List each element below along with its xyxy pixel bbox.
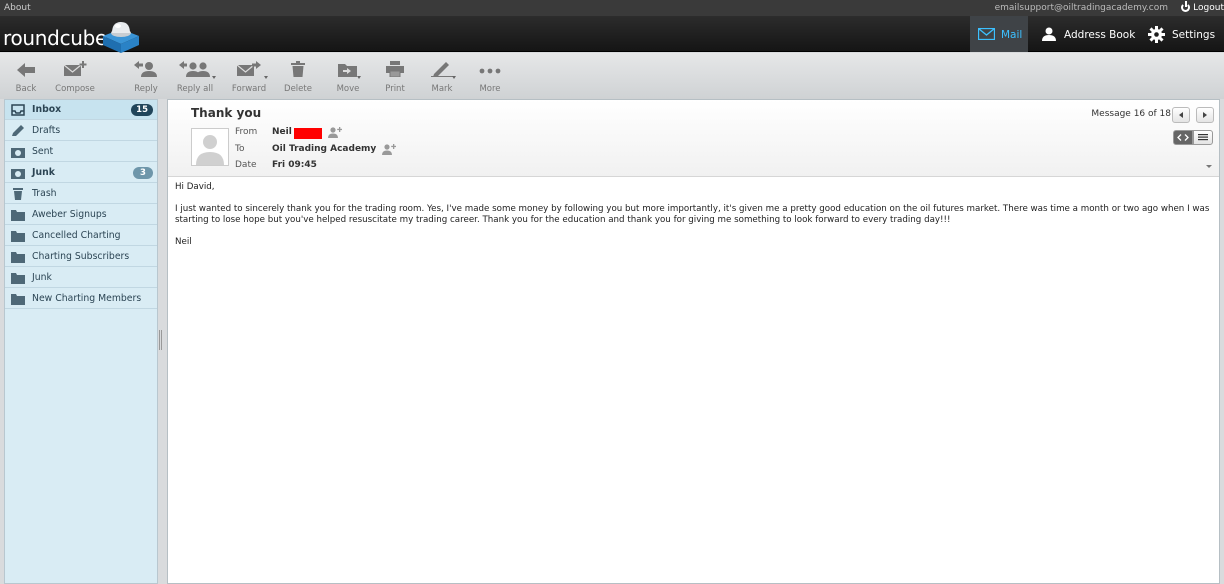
unread-count-badge: 15	[131, 104, 153, 116]
back-button[interactable]: Back	[8, 53, 44, 99]
to-value[interactable]: Oil Trading Academy	[272, 142, 376, 156]
message-subject: Thank you	[191, 106, 262, 120]
header-from-row: From Neil	[235, 125, 435, 139]
mail-icon	[978, 28, 995, 40]
print-button[interactable]: Print	[378, 53, 412, 99]
date-value: Fri 09:45	[272, 160, 317, 170]
inbox-icon	[11, 104, 25, 116]
folder-cancelled-charting[interactable]: Cancelled Charting	[5, 226, 157, 246]
reply-button[interactable]: Reply	[128, 53, 164, 99]
avatar-placeholder-icon	[196, 135, 224, 165]
folder-icon	[11, 210, 25, 221]
move-dropdown-icon[interactable]	[357, 76, 361, 79]
chevron-left-icon	[1179, 112, 1183, 118]
sender-avatar	[191, 128, 229, 166]
move-icon	[338, 64, 357, 77]
to-label: To	[235, 144, 245, 154]
power-icon	[1181, 1, 1191, 12]
body-paragraph: I just wanted to sincerely thank you for…	[175, 204, 1210, 225]
reply-all-icon	[179, 61, 210, 77]
code-view-icon	[1177, 134, 1189, 141]
reply-all-dropdown-icon[interactable]	[212, 76, 216, 79]
header-expand-chevron-icon[interactable]	[1206, 165, 1212, 168]
folder-trash[interactable]: Trash	[5, 184, 157, 204]
forward-icon	[237, 61, 261, 76]
previous-message-button[interactable]	[1172, 107, 1190, 123]
folder-junk[interactable]: Junk 3	[5, 163, 157, 183]
back-arrow-icon	[17, 63, 35, 77]
chevron-right-icon	[1203, 112, 1207, 118]
pencil-icon	[12, 125, 24, 136]
message-header: Thank you From Neil To Oil Trading Acade…	[168, 100, 1219, 177]
folder-sent[interactable]: Sent	[5, 142, 157, 162]
print-icon	[386, 61, 404, 77]
text-lines-icon	[1198, 134, 1208, 141]
folder-icon	[11, 273, 25, 284]
next-message-button[interactable]	[1196, 107, 1214, 123]
folder-icon	[11, 294, 25, 305]
more-button[interactable]: More	[474, 53, 506, 99]
pane-splitter-handle[interactable]	[159, 330, 163, 350]
person-icon	[1042, 27, 1056, 41]
compose-icon	[63, 61, 87, 76]
folder-list: Inbox 15 Drafts Sent Junk 3 Trash Aweber…	[4, 99, 158, 584]
redacted-block	[294, 128, 322, 139]
more-icon	[479, 68, 501, 74]
task-mail-label: Mail	[1001, 29, 1023, 41]
date-label: Date	[235, 160, 257, 170]
mark-dropdown-icon[interactable]	[452, 76, 456, 79]
task-settings[interactable]: Settings	[1140, 16, 1220, 52]
task-mail[interactable]: Mail	[970, 16, 1028, 52]
header-to-row: To Oil Trading Academy	[235, 142, 475, 156]
delete-button[interactable]: Delete	[280, 53, 316, 99]
forward-dropdown-icon[interactable]	[264, 76, 268, 79]
compose-button[interactable]: Compose	[50, 53, 100, 99]
folder-inbox[interactable]: Inbox 15	[5, 100, 157, 120]
logout-label: Logout	[1193, 3, 1224, 13]
body-signature: Neil	[175, 237, 192, 247]
mark-icon	[431, 62, 453, 77]
task-address-book-label: Address Book	[1064, 29, 1136, 41]
message-view: Thank you From Neil To Oil Trading Acade…	[167, 99, 1220, 584]
message-counter: Message 16 of 18	[1091, 109, 1171, 119]
app-header: roundcube Mail Address Book Settings	[0, 16, 1224, 53]
forward-button[interactable]: Forward	[228, 53, 270, 99]
add-contact-icon[interactable]	[328, 127, 342, 138]
reply-all-button[interactable]: Reply all	[172, 53, 218, 99]
header-date-row: Date Fri 09:45	[235, 158, 435, 172]
folder-icon	[11, 231, 25, 242]
message-toolbar: Back Compose Reply Reply all Forward Del…	[0, 53, 1224, 99]
sent-icon	[11, 148, 25, 158]
plain-text-view-toggle[interactable]	[1193, 130, 1213, 145]
about-link[interactable]: About	[4, 0, 31, 16]
folder-aweber-signups[interactable]: Aweber Signups	[5, 205, 157, 225]
junk-icon	[11, 169, 25, 179]
folder-junk-custom[interactable]: Junk	[5, 268, 157, 288]
top-line-bar: About emailsupport@oiltradingacademy.com…	[0, 0, 1224, 16]
folder-charting-subscribers[interactable]: Charting Subscribers	[5, 247, 157, 267]
message-body: Hi David, I just wanted to sincerely tha…	[175, 182, 1215, 259]
folder-drafts[interactable]: Drafts	[5, 121, 157, 141]
from-label: From	[235, 127, 258, 137]
html-view-toggle[interactable]	[1173, 130, 1193, 145]
move-button[interactable]: Move	[330, 53, 366, 99]
mark-button[interactable]: Mark	[424, 53, 460, 99]
user-email: emailsupport@oiltradingacademy.com	[994, 3, 1168, 13]
junk-count-badge: 3	[133, 167, 153, 179]
add-contact-icon[interactable]	[382, 144, 396, 155]
gear-icon	[1148, 26, 1165, 43]
cube-logo-icon	[103, 22, 139, 53]
task-settings-label: Settings	[1172, 29, 1216, 41]
trash-icon	[13, 188, 23, 200]
body-greeting: Hi David,	[175, 182, 215, 192]
logo-text: roundcube	[3, 26, 108, 50]
task-address-book[interactable]: Address Book	[1032, 16, 1136, 52]
trash-icon	[291, 61, 305, 77]
folder-icon	[11, 252, 25, 263]
folder-new-charting-members[interactable]: New Charting Members	[5, 289, 157, 309]
reply-icon	[134, 61, 157, 77]
logout-button[interactable]: Logout	[1181, 0, 1224, 16]
from-value[interactable]: Neil	[272, 125, 292, 139]
